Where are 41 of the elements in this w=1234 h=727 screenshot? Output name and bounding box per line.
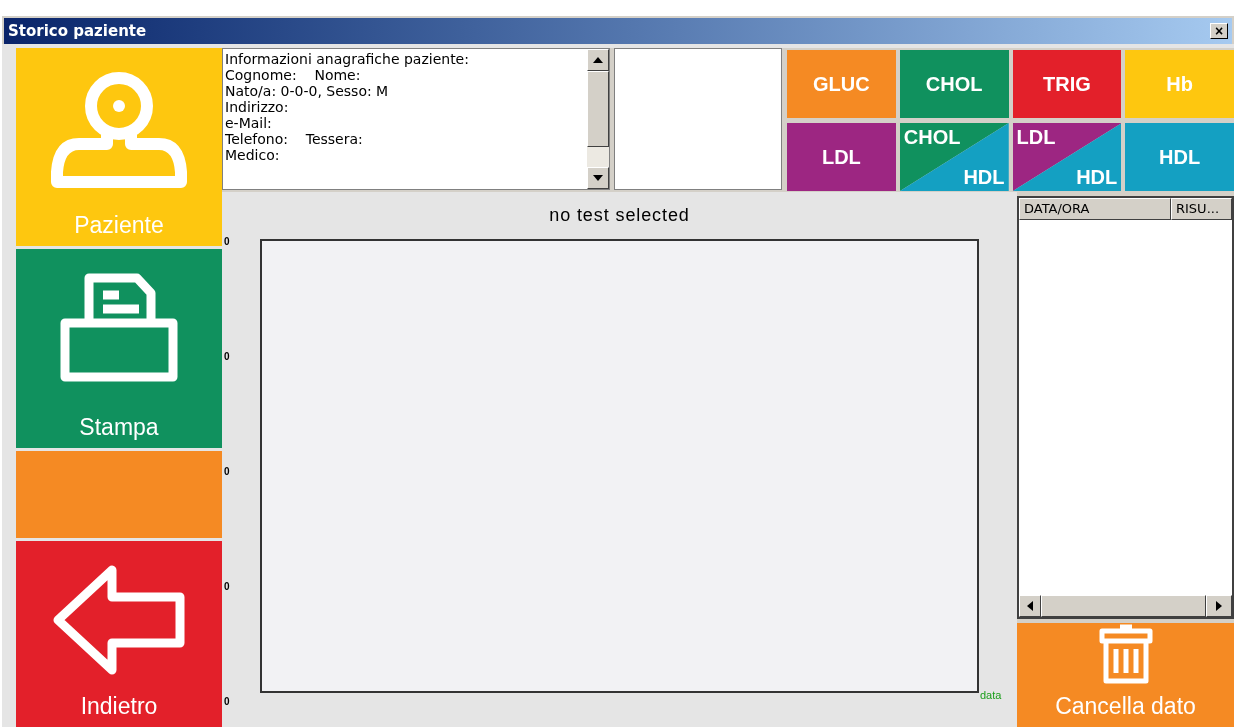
axis-label: 0 [224, 697, 231, 707]
info-line: e-Mail: [225, 115, 273, 131]
chart-title: no test selected [549, 204, 690, 227]
left-arrow-icon [52, 565, 186, 675]
trash-icon [1097, 622, 1154, 685]
delete-button[interactable]: Cancella dato [1017, 622, 1234, 727]
side-button[interactable]: Indietro [16, 541, 222, 727]
results-table[interactable]: DATA/ORA RISU... [1017, 196, 1234, 619]
test-button[interactable]: TRIG [1012, 50, 1122, 118]
info-line: Nato/a: 0-0-0, Sesso: M [225, 83, 390, 99]
side-button[interactable]: Stampa [16, 249, 222, 448]
axis-label: 0 [224, 582, 231, 592]
info-line: Medico: [225, 147, 281, 163]
info-line: Indirizzo: [225, 99, 290, 115]
vertical-scrollbar[interactable] [587, 49, 609, 189]
right-arrow-icon [1216, 600, 1222, 611]
info-line: Informazioni anagrafiche paziente: [225, 51, 470, 67]
info-line: Telefono: Tessera: [225, 131, 364, 147]
column-header[interactable]: DATA/ORA [1019, 198, 1171, 220]
column-header[interactable]: RISU... [1171, 198, 1232, 220]
printer-icon [59, 273, 179, 383]
test-button[interactable]: CHOL [899, 50, 1009, 118]
patient-info-box[interactable]: Informazioni anagrafiche paziente: Cognome: Nome: Nato/a: 0-0-0, Sesso: M Indirizzo: e-Mail: Telefono: Tessera: Medico: [222, 48, 610, 190]
test-button[interactable]: LDL HDL [1012, 123, 1122, 191]
down-arrow-icon [593, 175, 603, 181]
test-button[interactable]: CHOL HDL [899, 123, 1009, 191]
test-button[interactable]: LDL [787, 123, 896, 191]
test-button[interactable]: HDL [1125, 123, 1234, 191]
axis-label: 0 [224, 237, 231, 247]
blank-field[interactable] [614, 48, 782, 190]
close-button[interactable]: × [1210, 23, 1228, 39]
up-arrow-icon [593, 57, 603, 63]
axis-label: 0 [224, 352, 231, 362]
horizontal-scrollbar[interactable] [1019, 594, 1232, 617]
x-axis-label: data [980, 687, 1002, 703]
axis-label: 0 [224, 467, 231, 477]
left-arrow-icon [1027, 600, 1033, 611]
test-button[interactable]: GLUC [787, 50, 896, 118]
window-title: Storico paziente [8, 20, 147, 42]
stamp-icon [49, 72, 189, 188]
info-line: Cognome: Nome: [225, 67, 362, 83]
